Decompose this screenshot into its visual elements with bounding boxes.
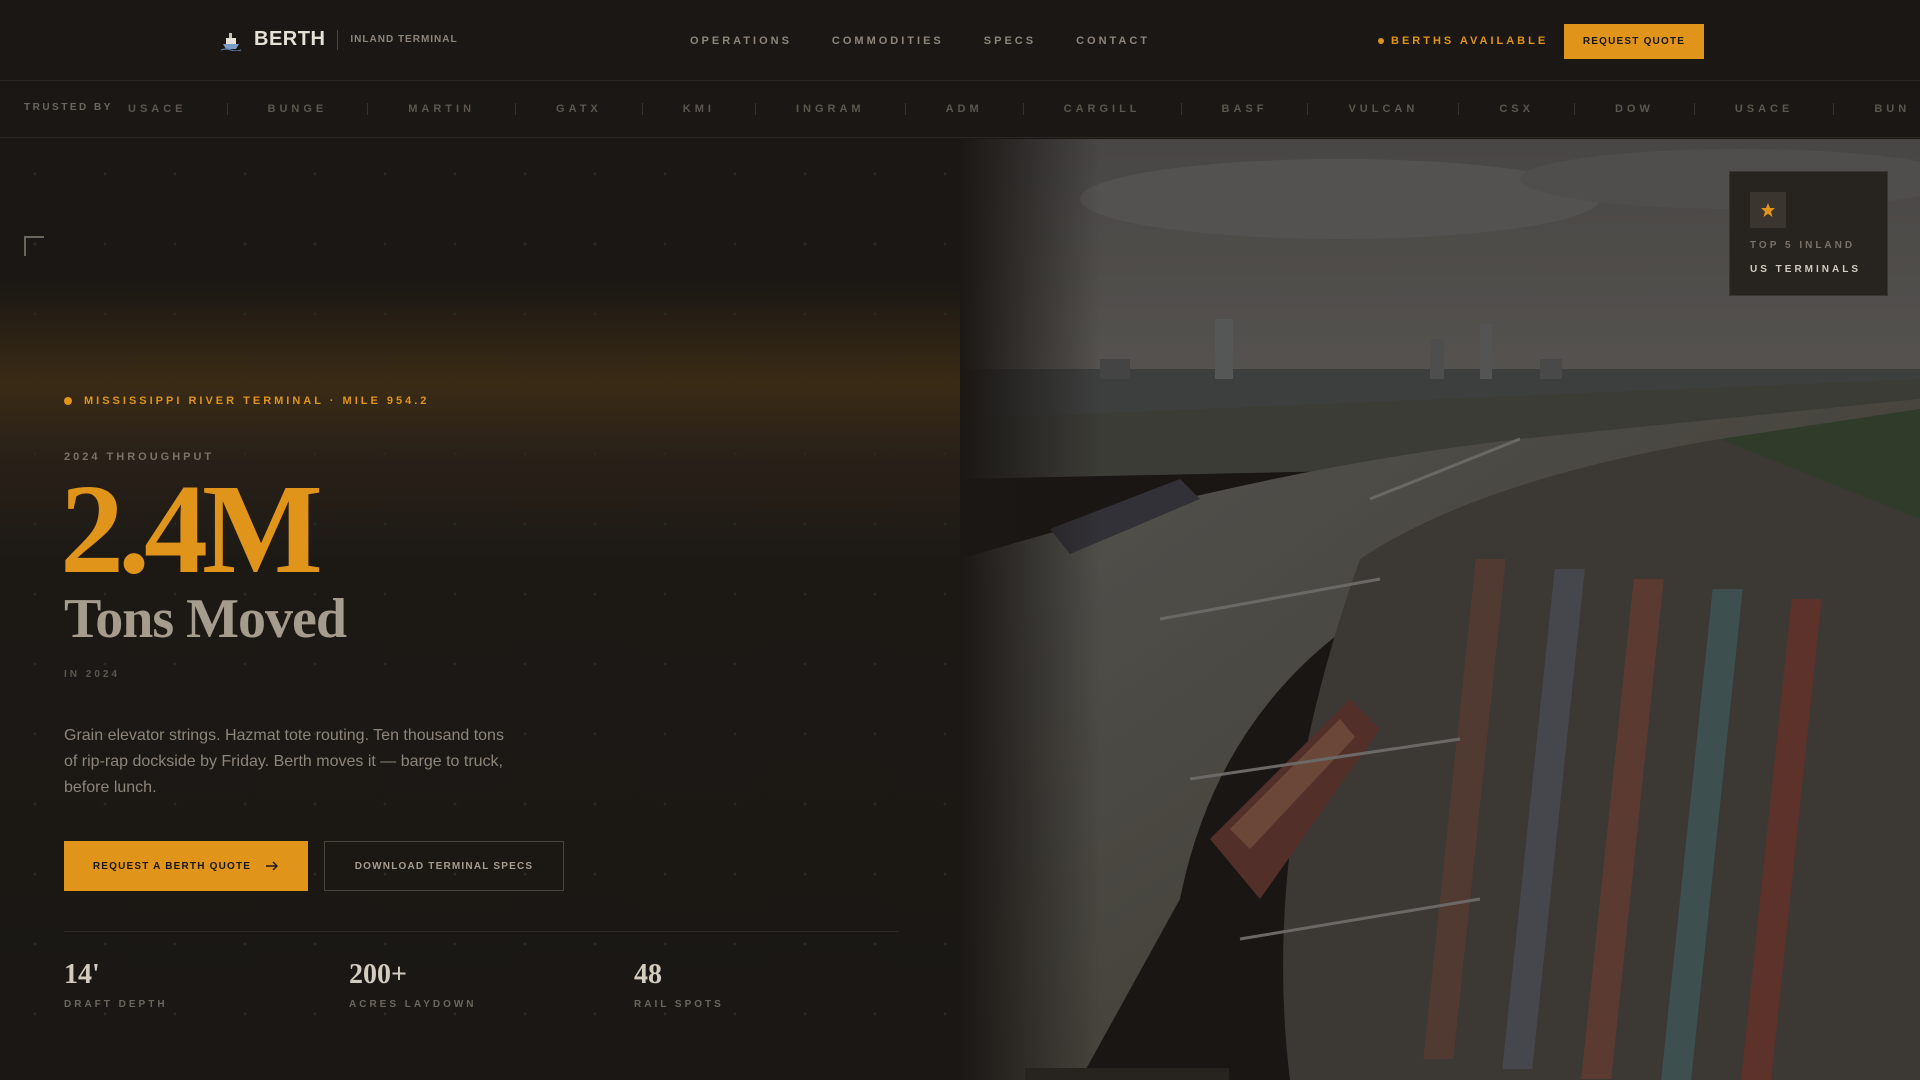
stat-draft-depth: 14' DRAFT DEPTH (64, 959, 168, 1010)
stat-label: RAIL SPOTS (634, 999, 724, 1010)
stat-value: 48 (634, 959, 662, 990)
stat-label: DRAFT DEPTH (64, 999, 168, 1010)
client-logo: BUNGE (268, 103, 409, 115)
nav-operations[interactable]: OPERATIONS (690, 35, 792, 47)
download-specs-button[interactable]: DOWNLOAD TERMINAL SPECS (324, 841, 564, 891)
availability-status: BERTHS AVAILABLE (1378, 35, 1548, 47)
hero-content: MISSISSIPPI RIVER TERMINAL · MILE 954.2 … (0, 139, 960, 1080)
hero-description: Grain elevator strings. Hazmat tote rout… (64, 727, 504, 796)
hero-headline-subtitle: Tons Moved (64, 588, 347, 650)
cta-primary-label: REQUEST A BERTH QUOTE (92, 860, 252, 872)
port-aerial-image: TOP 5 INLAND US TERMINALS (960, 139, 1920, 1080)
nav-specs[interactable]: SPECS (984, 35, 1036, 47)
brand[interactable]: BERTH INLAND TERMINAL (220, 28, 458, 51)
eyebrow-text: MISSISSIPPI RIVER TERMINAL · MILE 954.2 (84, 395, 430, 407)
availability-label: BERTHS AVAILABLE (1391, 35, 1549, 47)
client-logo-list: USACE BUNGE MARTIN GATX KMI INGRAM ADM C… (128, 103, 1910, 115)
corner-bracket-decoration (24, 236, 44, 256)
client-logo: BASF (1222, 103, 1349, 115)
status-dot-icon (1378, 38, 1384, 44)
stats-divider (64, 931, 898, 932)
client-logo: ADM (946, 103, 1064, 115)
badge-line-2: US TERMINALS (1750, 264, 1861, 275)
stat-value: 14' (64, 959, 100, 990)
request-quote-button[interactable]: REQUEST QUOTE (1564, 24, 1704, 59)
trusted-by-bar: TRUSTED BY USACE BUNGE MARTIN GATX KMI I… (0, 82, 1920, 138)
year-note: IN 2024 (64, 669, 121, 680)
stat-acres-laydown: 200+ ACRES LAYDOWN (349, 959, 477, 1010)
client-logo: BUN (1874, 103, 1911, 115)
client-logo: CARGILL (1064, 103, 1222, 115)
client-logo: INGRAM (796, 103, 946, 115)
star-icon (1750, 192, 1786, 228)
brand-subtitle: INLAND TERMINAL (350, 34, 458, 45)
trusted-by-label: TRUSTED BY (24, 102, 113, 113)
stat-label: ACRES LAYDOWN (349, 999, 477, 1010)
client-logo: KMI (683, 103, 796, 115)
client-logo: VULCAN (1348, 103, 1499, 115)
client-logo: GATX (556, 103, 683, 115)
client-logo: USACE (128, 103, 268, 115)
nav-commodities[interactable]: COMMODITIES (832, 35, 944, 47)
brand-name: BERTH (254, 28, 326, 50)
client-logo: DOW (1615, 103, 1735, 115)
stat-value: 200+ (349, 959, 407, 990)
request-berth-quote-button[interactable]: REQUEST A BERTH QUOTE (64, 841, 308, 891)
client-logo: USACE (1735, 103, 1875, 115)
terminal-location-eyebrow: MISSISSIPPI RIVER TERMINAL · MILE 954.2 (64, 395, 429, 407)
image-fade-overlay (960, 139, 1100, 1080)
client-logo: CSX (1499, 103, 1615, 115)
arrow-right-icon (265, 858, 279, 874)
ship-logo-icon (220, 29, 242, 51)
client-logo: MARTIN (408, 103, 556, 115)
main-nav: OPERATIONS COMMODITIES SPECS CONTACT (690, 35, 1150, 47)
location-dot-icon (64, 397, 72, 405)
nav-contact[interactable]: CONTACT (1076, 35, 1150, 47)
image-caption-tab (1025, 1068, 1229, 1080)
hero-headline-number: 2.4M (60, 458, 323, 600)
top-terminal-badge: TOP 5 INLAND US TERMINALS (1729, 171, 1888, 296)
brand-divider (337, 29, 339, 50)
stat-rail-spots: 48 RAIL SPOTS (634, 959, 724, 1010)
site-header: BERTH INLAND TERMINAL OPERATIONS COMMODI… (0, 0, 1920, 81)
badge-line-1: TOP 5 INLAND (1750, 240, 1856, 251)
